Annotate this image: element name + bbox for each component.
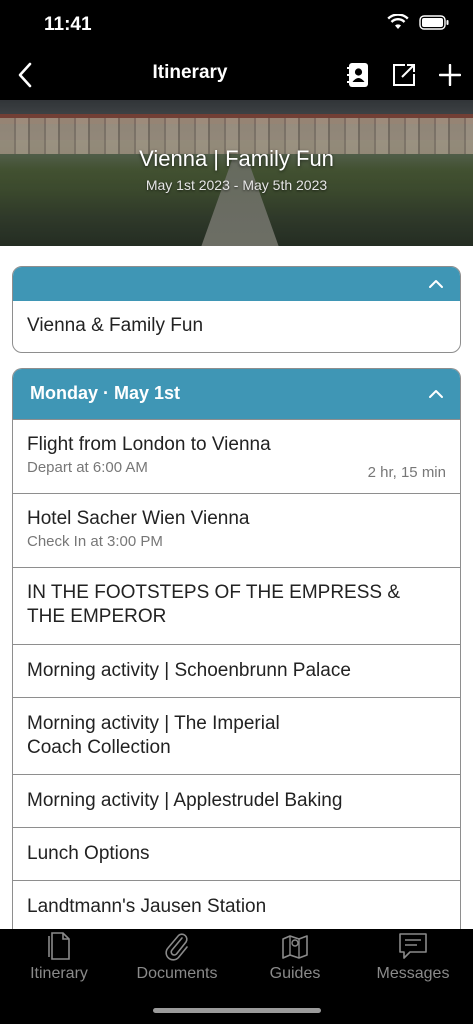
paperclip-icon [165,933,188,961]
chat-icon [399,933,427,959]
day-header[interactable]: Monday · May 1st [13,369,460,419]
contact-book-icon [347,63,368,87]
page-title: Itinerary [152,62,228,83]
item-title-line1: IN THE FOOTSTEPS OF THE EMPRESS & [27,582,401,603]
day-card: Monday · May 1st Flight from London to V… [12,368,461,938]
wifi-icon [387,14,409,29]
contacts-button[interactable] [342,59,374,91]
item-title: Hotel Sacher Wien Vienna [27,508,250,529]
document-icon [48,932,70,960]
itinerary-item-activity[interactable]: Morning activity | The Imperial Coach Co… [13,697,460,774]
plus-icon [439,64,461,86]
share-button[interactable] [388,59,420,91]
item-title: Morning activity | Applestrudel Baking [27,790,343,811]
home-indicator [153,1008,321,1013]
hero-banner: Vienna | Family Fun May 1st 2023 - May 5… [0,100,473,246]
map-icon [282,935,308,959]
trip-dates: May 1st 2023 - May 5th 2023 [145,177,328,193]
item-title-line2: Coach Collection [27,737,171,758]
item-title: Flight from London to Vienna [27,434,271,455]
itinerary-item-section[interactable]: IN THE FOOTSTEPS OF THE EMPRESS & THE EM… [13,567,460,644]
share-external-icon [393,64,415,86]
trip-summary-text: Vienna & Family Fun [27,315,204,336]
itinerary-item-activity[interactable]: Morning activity | Schoenbrunn Palace [13,644,460,697]
day-header-label: Monday · May 1st [30,383,181,403]
itinerary-item-hotel[interactable]: Hotel Sacher Wien Vienna Check In at 3:0… [13,493,460,567]
item-subtitle: Check In at 3:00 PM [27,533,163,550]
item-title-line1: Morning activity | The Imperial [27,713,280,734]
tab-messages[interactable]: Messages [354,929,472,989]
status-bar: 11:41 [0,0,473,50]
hero-overlay [0,100,473,246]
itinerary-item-activity[interactable]: Morning activity | Applestrudel Baking [13,774,460,827]
tab-label: Messages [376,965,450,982]
tab-documents[interactable]: Documents [118,929,236,989]
nav-bar: Itinerary [0,50,473,100]
item-title: Morning activity | Schoenbrunn Palace [27,660,351,681]
item-title: Lunch Options [27,843,150,864]
item-title-line2: THE EMPEROR [27,606,167,627]
item-title: Landtmann's Jausen Station [27,896,267,917]
status-icons [387,14,449,30]
trip-title: Vienna | Family Fun [139,146,334,171]
item-duration: 2 hr, 15 min [367,464,446,481]
itinerary-item-flight[interactable]: Flight from London to Vienna Depart at 6… [13,419,460,493]
add-button[interactable] [434,59,466,91]
tab-itinerary[interactable]: Itinerary [0,929,118,989]
tab-label: Guides [269,965,321,982]
chevron-up-icon[interactable] [428,276,444,292]
tab-label: Itinerary [30,965,88,982]
tab-label: Documents [136,965,218,982]
battery-icon [419,14,449,30]
itinerary-item-lunch[interactable]: Lunch Options [13,827,460,880]
summary-card-header[interactable] [13,267,460,301]
tab-guides[interactable]: Guides [236,929,354,989]
chevron-up-icon[interactable] [428,386,444,402]
status-time: 11:41 [44,14,92,35]
trip-summary-card: Vienna & Family Fun [12,266,461,353]
